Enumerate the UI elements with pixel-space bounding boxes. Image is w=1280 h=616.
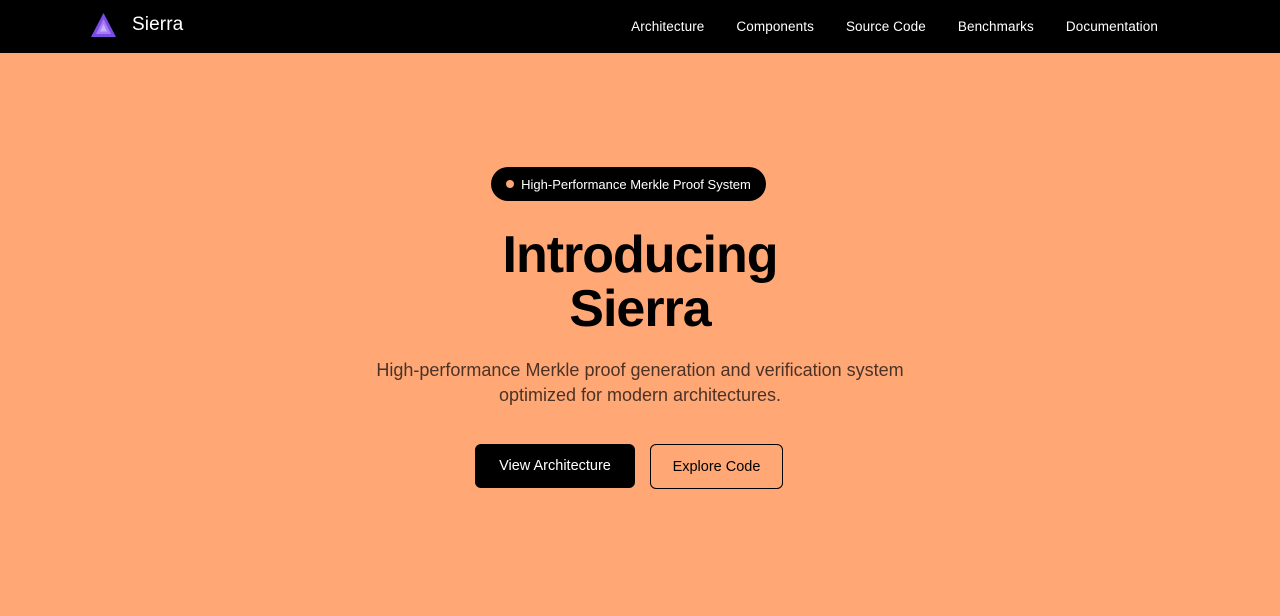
view-architecture-button[interactable]: View Architecture xyxy=(475,444,635,488)
hero-badge: High-Performance Merkle Proof System xyxy=(491,167,766,201)
nav-link-architecture[interactable]: Architecture xyxy=(631,19,704,34)
hero-subtitle-line-1: High-performance Merkle proof generation… xyxy=(376,360,904,380)
triangle-logo-icon xyxy=(91,13,116,37)
brand-home-link[interactable]: Sierra xyxy=(90,11,183,39)
nav-link-source-code[interactable]: Source Code xyxy=(846,19,926,34)
nav-link-benchmarks[interactable]: Benchmarks xyxy=(958,19,1034,34)
hero-title-line-2: Sierra xyxy=(569,280,711,338)
main-nav: Architecture Components Source Code Benc… xyxy=(631,0,1158,53)
hero-subtitle: High-performance Merkle proof generation… xyxy=(320,358,960,408)
explore-code-button[interactable]: Explore Code xyxy=(650,444,783,489)
hero-title-line-1: Introducing xyxy=(502,226,779,284)
hero-subtitle-line-2: optimized for modern architectures. xyxy=(498,385,782,405)
hero-title: Introducing Sierra xyxy=(340,228,940,336)
top-navigation-bar: Sierra Architecture Components Source Co… xyxy=(0,0,1280,53)
nav-link-documentation[interactable]: Documentation xyxy=(1066,19,1158,34)
status-dot-icon xyxy=(506,180,515,188)
brand-name: Sierra xyxy=(132,14,184,35)
nav-link-components[interactable]: Components xyxy=(736,19,814,34)
badge-text: High-Performance Merkle Proof System xyxy=(521,176,751,192)
